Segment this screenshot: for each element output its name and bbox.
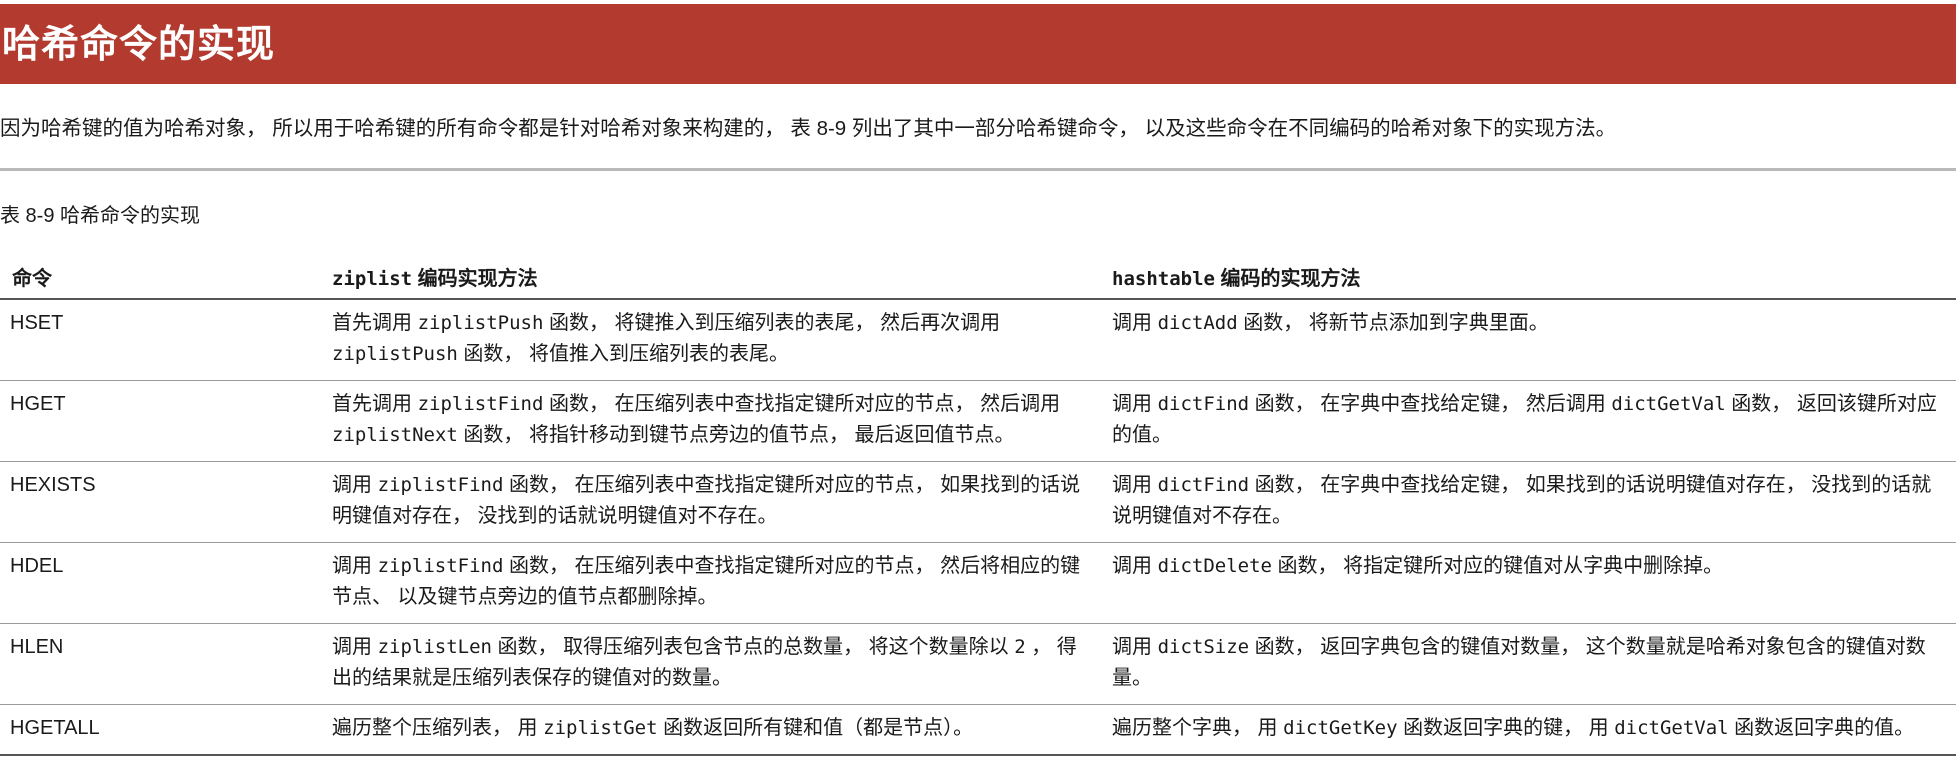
code-token: dictGetKey	[1283, 717, 1398, 739]
cell-text: 函数返回字典的值。	[1728, 717, 1915, 739]
header-ziplist: ziplist 编码实现方法	[320, 254, 1100, 300]
hashtable-cell: 遍历整个字典， 用 dictGetKey 函数返回字典的键， 用 dictGet…	[1100, 704, 1956, 756]
ziplist-cell: 调用 ziplistFind 函数， 在压缩列表中查找指定键所对应的节点， 然后…	[320, 542, 1100, 624]
header-command: 命令	[0, 254, 320, 300]
hashtable-cell: 调用 dictDelete 函数， 将指定键所对应的键值对从字典中删除掉。	[1100, 542, 1956, 624]
cell-text: 函数， 将值推入到压缩列表的表尾。	[457, 343, 789, 365]
intro-paragraph: 因为哈希键的值为哈希对象， 所以用于哈希键的所有命令都是针对哈希对象来构建的， …	[0, 117, 1617, 140]
command-cell: HDEL	[0, 542, 320, 624]
hash-command-table: 命令 ziplist 编码实现方法 hashtable 编码的实现方法 HSET…	[0, 254, 1956, 756]
cell-text: 函数， 取得压缩列表包含节点的总数量， 将这个数量除以	[491, 636, 1015, 658]
cell-text: 调用	[332, 555, 378, 577]
code-token: dictDelete	[1157, 555, 1272, 577]
table-row: HDEL 调用 ziplistFind 函数， 在压缩列表中查找指定键所对应的节点…	[0, 542, 1956, 624]
cell-text: 函数， 将指定键所对应的键值对从字典中删除掉。	[1271, 555, 1724, 577]
table-row: HSET 首先调用 ziplistPush 函数， 将键推入到压缩列表的表尾， 然…	[0, 299, 1956, 381]
cell-text: 函数返回字典的键， 用	[1397, 717, 1615, 739]
cell-text: 遍历整个字典， 用	[1112, 717, 1284, 739]
code-token: dictFind	[1157, 474, 1250, 496]
hashtable-cell: 调用 dictFind 函数， 在字典中查找给定键， 如果找到的话说明键值对存在…	[1100, 461, 1956, 543]
cell-text: 调用	[1112, 312, 1158, 334]
table-body: HSET 首先调用 ziplistPush 函数， 将键推入到压缩列表的表尾， 然…	[0, 299, 1956, 756]
ziplist-cell: 首先调用 ziplistPush 函数， 将键推入到压缩列表的表尾， 然后再次调…	[320, 299, 1100, 381]
cell-text: 首先调用	[332, 312, 418, 334]
code-token: ziplistNext	[332, 424, 458, 446]
ziplist-cell: 首先调用 ziplistFind 函数， 在压缩列表中查找指定键所对应的节点， …	[320, 380, 1100, 462]
ziplist-cell: 调用 ziplistFind 函数， 在压缩列表中查找指定键所对应的节点， 如果…	[320, 461, 1100, 543]
hashtable-cell: 调用 dictAdd 函数， 将新节点添加到字典里面。	[1100, 299, 1956, 381]
cell-text: 调用	[332, 474, 378, 496]
header-hashtable-code: hashtable	[1112, 267, 1215, 290]
cell-text: 函数， 将指针移动到键节点旁边的值节点， 最后返回值节点。	[457, 424, 1015, 446]
code-token: dictSize	[1157, 636, 1250, 658]
code-token: ziplistPush	[417, 312, 544, 334]
code-token: dictFind	[1157, 393, 1250, 415]
table-row: HEXISTS 调用 ziplistFind 函数， 在压缩列表中查找指定键所对应…	[0, 461, 1956, 543]
code-token: ziplistGet	[543, 717, 658, 739]
command-cell: HEXISTS	[0, 461, 320, 543]
code-token: ziplistFind	[377, 555, 504, 577]
code-token: 2	[1014, 636, 1026, 658]
command-cell: HLEN	[0, 623, 320, 705]
code-token: ziplistPush	[332, 343, 458, 365]
cell-text: 函数， 将键推入到压缩列表的表尾， 然后再次调用	[543, 312, 1001, 334]
hashtable-cell: 调用 dictSize 函数， 返回字典包含的键值对数量， 这个数量就是哈希对象…	[1100, 623, 1956, 705]
cell-text: 调用	[1112, 555, 1158, 577]
command-cell: HSET	[0, 299, 320, 381]
cell-text: 函数， 将新节点添加到字典里面。	[1237, 312, 1549, 334]
cell-text: 函数返回所有键和值（都是节点）。	[657, 717, 974, 739]
header-hashtable: hashtable 编码的实现方法	[1100, 254, 1956, 300]
page-title: 哈希命令的实现	[2, 24, 276, 66]
hashtable-cell: 调用 dictFind 函数， 在字典中查找给定键， 然后调用 dictGetV…	[1100, 380, 1956, 462]
title-bar: 哈希命令的实现	[0, 4, 1956, 84]
command-cell: HGET	[0, 380, 320, 462]
code-token: ziplistLen	[377, 636, 492, 658]
code-token: dictAdd	[1157, 312, 1238, 334]
table-caption: 表 8-9 哈希命令的实现	[0, 205, 201, 227]
table-row: HLEN 调用 ziplistLen 函数， 取得压缩列表包含节点的总数量， 将这…	[0, 623, 1956, 705]
ziplist-cell: 遍历整个压缩列表， 用 ziplistGet 函数返回所有键和值（都是节点）。	[320, 704, 1100, 756]
cell-text: 调用	[1112, 393, 1158, 415]
header-hashtable-suffix: 编码的实现方法	[1214, 267, 1361, 290]
code-token: dictGetVal	[1611, 393, 1726, 415]
cell-text: 首先调用	[332, 393, 418, 415]
table-row: HGETALL 遍历整个压缩列表， 用 ziplistGet 函数返回所有键和值（…	[0, 704, 1956, 756]
header-ziplist-code: ziplist	[332, 267, 413, 290]
cell-text: 函数， 在压缩列表中查找指定键所对应的节点， 然后调用	[543, 393, 1061, 415]
cell-text: 遍历整个压缩列表， 用	[332, 717, 544, 739]
table-row: HGET 首先调用 ziplistFind 函数， 在压缩列表中查找指定键所对应的…	[0, 380, 1956, 462]
command-cell: HGETALL	[0, 704, 320, 756]
header-ziplist-suffix: 编码实现方法	[412, 267, 538, 290]
cell-text: 函数， 在字典中查找给定键， 然后调用	[1249, 393, 1612, 415]
code-token: ziplistFind	[377, 474, 504, 496]
cell-text: 调用	[1112, 636, 1158, 658]
cell-text: 调用	[1112, 474, 1158, 496]
code-token: ziplistFind	[417, 393, 544, 415]
table-header-row: 命令 ziplist 编码实现方法 hashtable 编码的实现方法	[0, 254, 1956, 300]
code-token: dictGetVal	[1614, 717, 1729, 739]
ziplist-cell: 调用 ziplistLen 函数， 取得压缩列表包含节点的总数量， 将这个数量除…	[320, 623, 1100, 705]
cell-text: 调用	[332, 636, 378, 658]
section-divider	[0, 168, 1956, 171]
